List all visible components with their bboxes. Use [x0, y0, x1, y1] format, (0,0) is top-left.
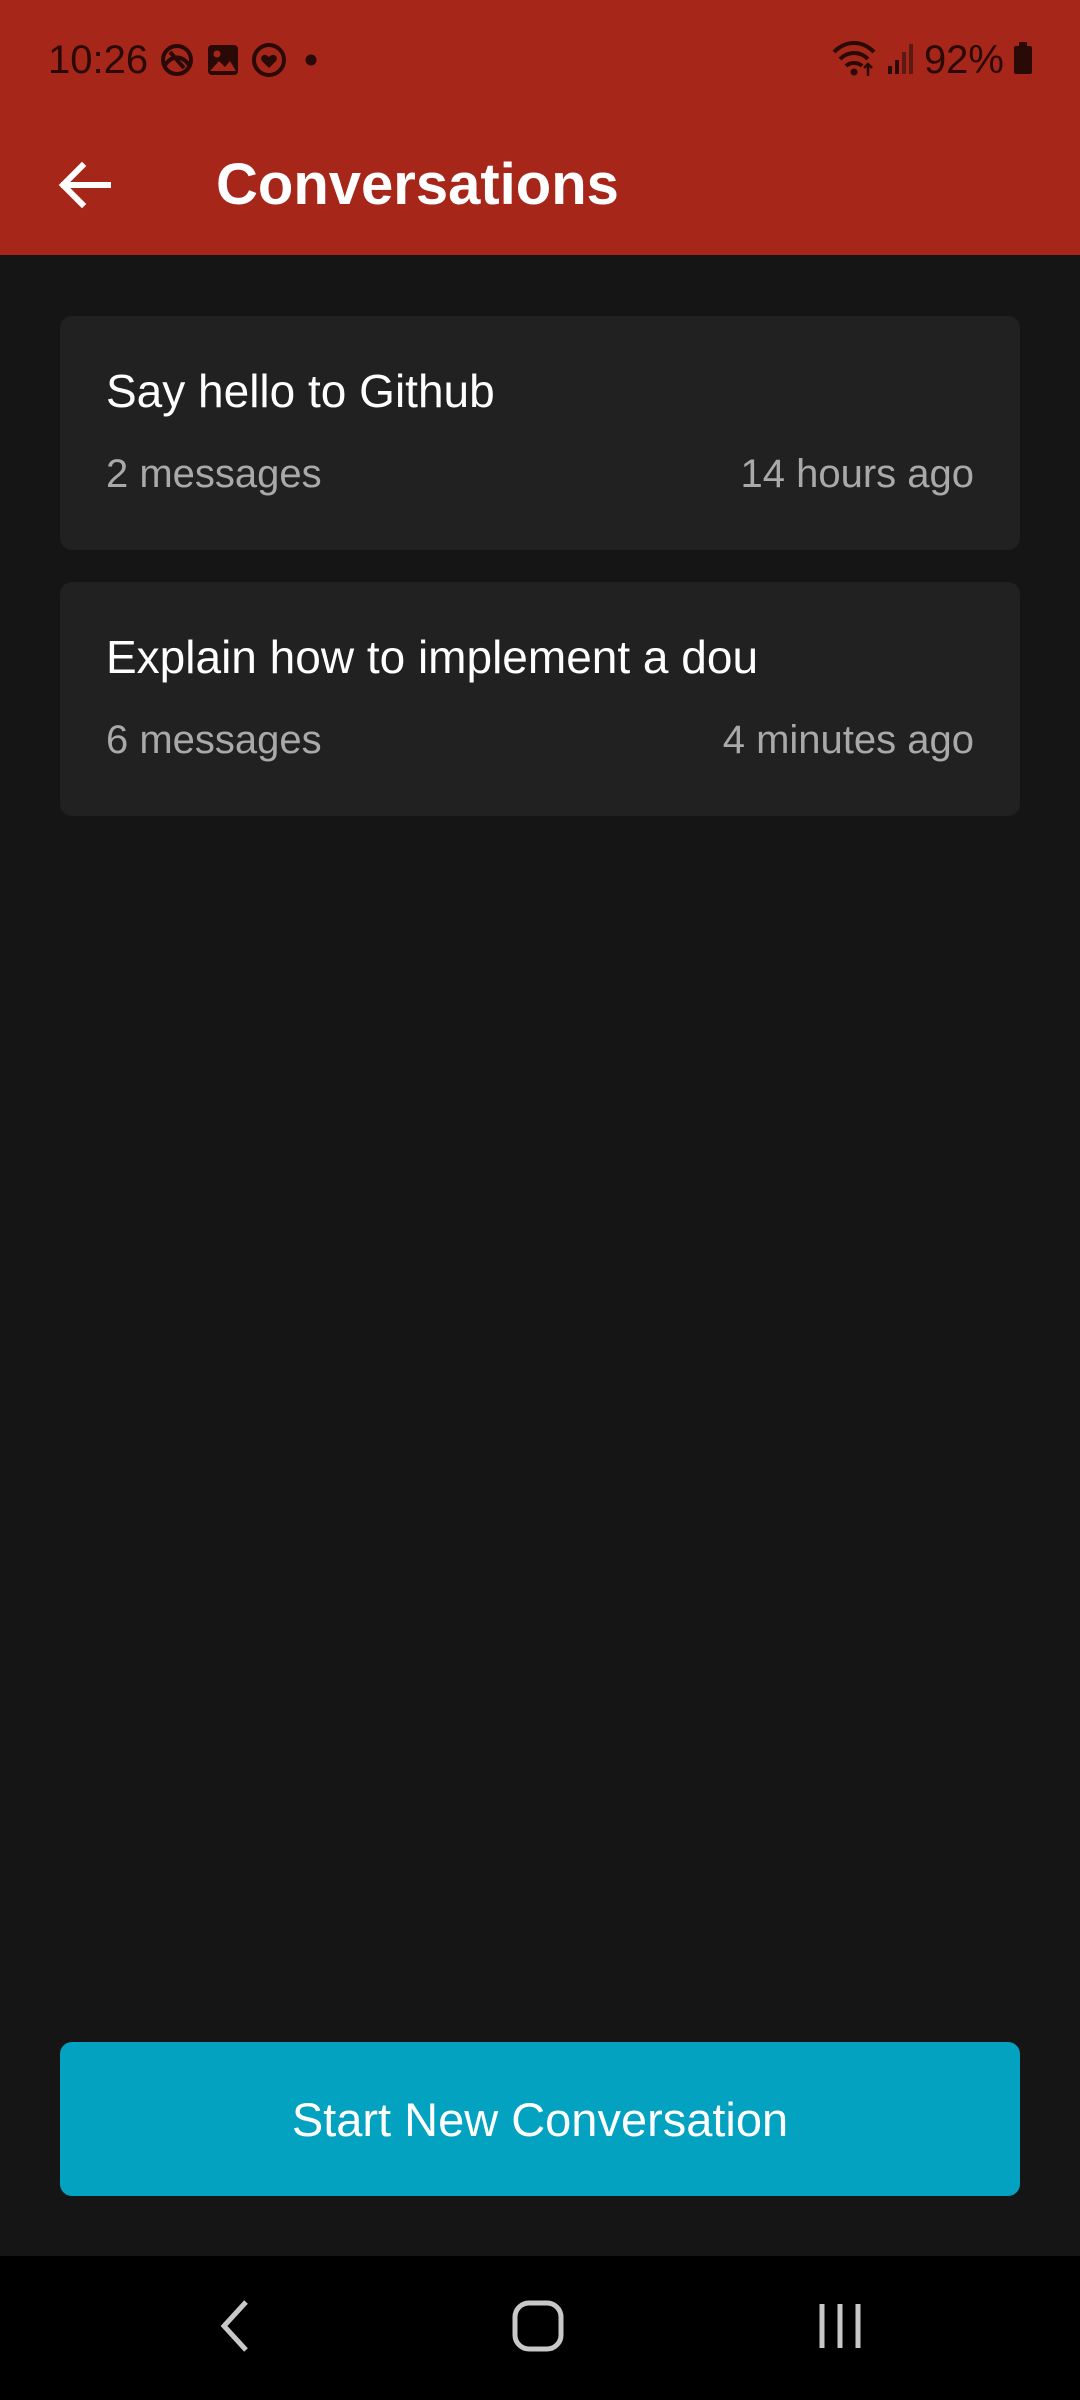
- home-nav-icon: [510, 2298, 566, 2359]
- wifi-icon: [830, 38, 878, 83]
- notification-icons: [158, 40, 326, 80]
- page-title: Conversations: [216, 152, 619, 217]
- status-time: 10:26: [48, 38, 149, 82]
- battery-icon: [1012, 38, 1034, 83]
- conversation-time: 14 hours ago: [740, 452, 974, 496]
- recents-nav-icon: [812, 2298, 868, 2359]
- battery-percent: 92%: [923, 38, 1004, 82]
- system-status: 92%: [830, 36, 1034, 84]
- conversation-title: Explain how to implement a dou: [106, 631, 759, 683]
- notification-dot-icon: [296, 41, 326, 79]
- nav-home-button[interactable]: [488, 2278, 588, 2378]
- nav-recents-button[interactable]: [790, 2278, 890, 2378]
- conversation-time: 4 minutes ago: [722, 718, 974, 762]
- message-count: 2 messages: [106, 452, 322, 496]
- message-count: 6 messages: [106, 718, 322, 762]
- sync-icon: [158, 41, 196, 79]
- conversation-title: Say hello to Github: [106, 365, 495, 417]
- conversation-item[interactable]: Explain how to implement a dou 6 message…: [60, 582, 1020, 816]
- gallery-icon: [204, 41, 242, 79]
- nav-back-button[interactable]: [186, 2278, 286, 2378]
- conversation-item[interactable]: Say hello to Github 2 messages 14 hours …: [60, 316, 1020, 550]
- arrow-left-icon: [58, 161, 112, 214]
- system-nav-bar: [0, 2256, 1080, 2400]
- start-new-conversation-button[interactable]: Start New Conversation: [60, 2042, 1020, 2196]
- status-bar: 10:26 92%: [0, 0, 1080, 122]
- signal-icon: [886, 38, 916, 83]
- app-bar: Conversations: [0, 122, 1080, 255]
- heart-app-icon: [250, 41, 288, 79]
- back-nav-icon: [216, 2296, 256, 2361]
- back-button[interactable]: [40, 142, 130, 232]
- conversation-list: Say hello to Github 2 messages 14 hours …: [60, 316, 1020, 848]
